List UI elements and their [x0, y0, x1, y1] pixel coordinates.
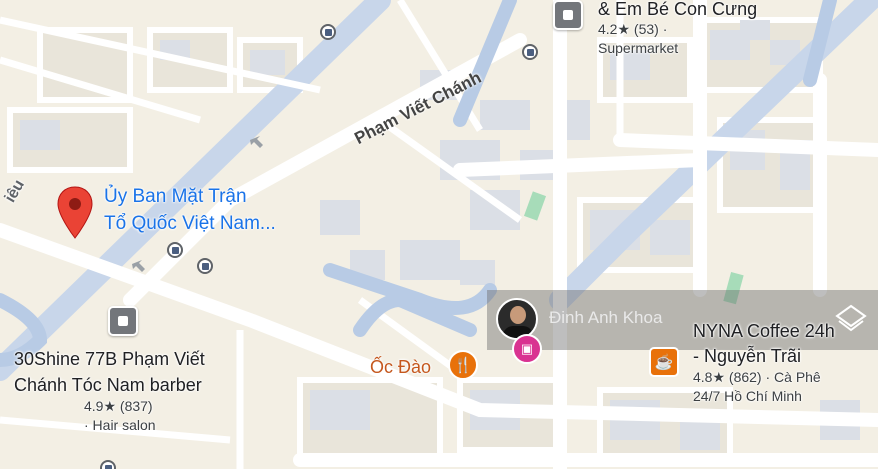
bus-stop-icon[interactable] — [522, 44, 538, 60]
cafe-rating: 4.8★ (862) · Cà Phê — [693, 369, 821, 385]
cafe-name-line1[interactable]: NYNA Coffee 24h — [693, 320, 835, 342]
bus-stop-icon[interactable] — [197, 258, 213, 274]
restaurant-name[interactable]: Ốc Đào — [370, 357, 431, 378]
user-name[interactable]: Đinh Anh Khoa — [549, 308, 662, 328]
cafe-name-line2[interactable]: - Nguyễn Trãi — [693, 345, 801, 367]
barber-name-line1[interactable]: 30Shine 77B Phạm Viết — [14, 348, 205, 370]
barber-shop-icon[interactable] — [108, 306, 138, 336]
bus-stop-icon[interactable] — [100, 460, 116, 469]
map-canvas[interactable]: Phạm Viết Chánh iêu Ủy Ban Mặt Trận Tổ Q… — [0, 0, 878, 469]
supermarket-category: Supermarket — [598, 40, 679, 56]
barber-rating: 4.9★ (837) — [84, 398, 153, 414]
coffee-cup-icon[interactable]: ☕ — [649, 347, 679, 377]
barber-name-line2[interactable]: Chánh Tóc Nam barber — [14, 374, 202, 396]
supermarket-rating: 4.2★ (53) · — [598, 21, 668, 37]
red-location-pin-icon[interactable] — [56, 185, 94, 241]
fork-knife-icon[interactable]: 🍴 — [448, 350, 478, 380]
user-avatar[interactable] — [496, 298, 538, 340]
shopping-bag-icon[interactable] — [553, 0, 583, 30]
cafe-address: 24/7 Hồ Chí Minh — [693, 388, 802, 404]
bus-stop-icon[interactable] — [167, 242, 183, 258]
pinned-place-name-line1[interactable]: Ủy Ban Mặt Trận — [104, 186, 247, 207]
barber-category: · Hair salon — [84, 417, 156, 433]
bus-stop-icon[interactable] — [320, 24, 336, 40]
supermarket-name[interactable]: & Em Bé Con Cưng — [598, 0, 757, 20]
pinned-place-name-line2[interactable]: Tổ Quốc Việt Nam... — [104, 213, 276, 234]
layers-icon[interactable] — [835, 302, 867, 334]
hotel-bed-icon[interactable]: ▣ — [512, 334, 542, 364]
